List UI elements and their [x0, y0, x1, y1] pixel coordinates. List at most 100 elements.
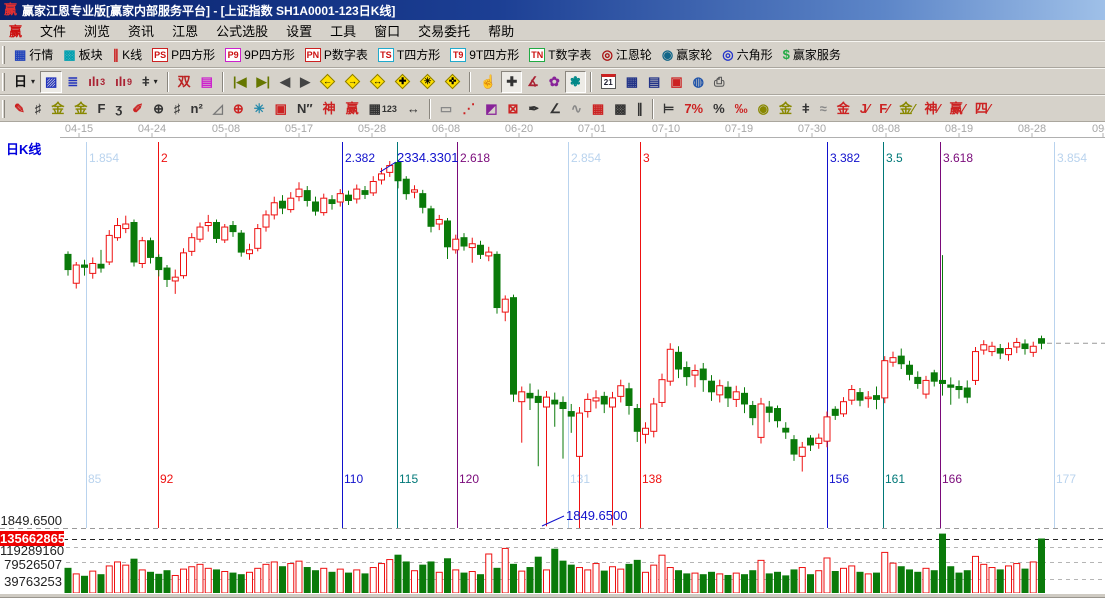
export-button[interactable]: ◍ [688, 71, 709, 93]
kline-canvas[interactable]: 1.854 85 2 92 2.382 110 115 2.618 120 2.854 131 3 13… [0, 122, 1105, 601]
gold-grid-button[interactable]: 金 [46, 98, 69, 120]
n-wave-button[interactable]: Ν″ [292, 98, 318, 120]
menu-app-icon[interactable]: 赢 [0, 20, 31, 41]
gann-angle-win-button[interactable]: 赢∕ [945, 98, 970, 120]
percent7-button[interactable]: 7% [679, 98, 708, 120]
menu-item-0[interactable]: 文件 [31, 20, 75, 41]
first-page-button[interactable]: |◀ [228, 71, 252, 93]
fan-box-button[interactable]: ◩ [480, 98, 502, 120]
calculator-button[interactable]: ▦ [621, 71, 643, 93]
angle-flag-button[interactable]: ◿ [208, 98, 228, 120]
gann-angle-four-button[interactable]: 四∕ [970, 98, 995, 120]
spiral-grid-button[interactable]: ʒ [110, 98, 127, 120]
percent-button[interactable]: % [708, 98, 730, 120]
price-scale-button[interactable]: ⊨ [658, 98, 679, 120]
pattern-tool-button[interactable]: ✿ [544, 71, 565, 93]
calendar-button[interactable]: 21 [596, 71, 621, 93]
square-number-button[interactable]: n² [186, 98, 208, 120]
gann-angle-gold-button[interactable]: 金∕ [894, 98, 919, 120]
wave-lines-button[interactable]: ≈ [815, 98, 832, 120]
win-grid-button[interactable]: 赢 [341, 98, 364, 120]
title-bar[interactable]: 赢 赢家江恩专业版[赢家内部服务平台] - [上证指数 SH1A0001-123… [0, 0, 1105, 20]
hexagon-button[interactable]: ◎ 六角形 [717, 44, 777, 66]
zigzag-button[interactable]: ∿ [566, 98, 587, 120]
menu-item-8[interactable]: 交易委托 [409, 20, 479, 41]
gold-circle-button[interactable]: ◉ [753, 98, 774, 120]
kline-button[interactable]: ∥ K线 [108, 44, 148, 66]
winner-service-button[interactable]: $ 赢家服务 [778, 44, 846, 66]
gann-angle-f-button[interactable]: F∕ [874, 98, 894, 120]
pen2-tool-button[interactable]: ✐ [127, 98, 148, 120]
memo-button[interactable]: ▤ [643, 71, 665, 93]
period-daily-dropdown[interactable]: 日 ▾ [9, 71, 40, 93]
gann-cross-button[interactable]: ✚ [390, 71, 415, 93]
gann-compass-button[interactable]: ⊕ [228, 98, 249, 120]
line-pen-button[interactable]: ✒ [523, 98, 544, 120]
box-select-button[interactable]: ▭ [435, 98, 457, 120]
save-button[interactable]: ▣ [665, 71, 687, 93]
grid-box-button[interactable]: ▦ [587, 98, 609, 120]
gold-red-lines-button[interactable]: 金 [832, 98, 855, 120]
t-number-button[interactable]: TN T数字表 [524, 44, 596, 66]
prev-bar-button[interactable]: ◀ [275, 71, 295, 93]
moire-overlay-button[interactable]: ❃ [564, 70, 586, 93]
volume-profile-button[interactable]: ▤ [196, 71, 218, 93]
rays-fan-button[interactable]: ⋰ [457, 98, 480, 120]
candle-pen-button[interactable]: ǂ [797, 98, 815, 120]
grid2-tool-button[interactable]: ♯ [169, 98, 186, 120]
menu-item-5[interactable]: 设置 [277, 20, 321, 41]
angle-line-button[interactable]: ∠ [544, 98, 566, 120]
menu-item-7[interactable]: 窗口 [365, 20, 409, 41]
gann-move-left-button[interactable]: ← [315, 71, 340, 93]
gold-grid2-button[interactable]: 金 [69, 98, 92, 120]
bars9-button[interactable]: ılı 9 [110, 71, 137, 93]
pan-hand-button[interactable]: ☝ [475, 71, 501, 93]
box-rays-button[interactable]: ⊠ [503, 98, 524, 120]
parallel-lines-button[interactable]: ∥ [631, 98, 648, 120]
last-page-button[interactable]: ▶| [252, 71, 276, 93]
pane-splitter[interactable] [0, 593, 1105, 598]
compare-kline-button[interactable]: 双 [173, 71, 196, 93]
p-number-button[interactable]: PN P数字表 [300, 44, 373, 66]
circle-grid-button[interactable]: ⊕ [148, 98, 169, 120]
crosshair-button[interactable]: ✚ [501, 70, 523, 93]
gann-angle-shen-button[interactable]: 神∕ [920, 98, 945, 120]
menu-item-1[interactable]: 浏览 [75, 20, 119, 41]
gann-wheel-button[interactable]: ◎ 江恩轮 [597, 44, 657, 66]
layout-toggle-button[interactable]: ▨ [40, 70, 63, 93]
count-grid-button[interactable]: ▦ 123 [364, 98, 402, 120]
menu-item-9[interactable]: 帮助 [479, 20, 523, 41]
p-square-button[interactable]: PS P四方形 [147, 44, 220, 66]
square-spiral-button[interactable]: ▣ [270, 98, 292, 120]
gann-star-button[interactable]: ✳ [415, 71, 440, 93]
candle-style-dropdown[interactable]: ǂ ▾ [137, 71, 163, 93]
gann-expand-button[interactable]: ↔ [365, 71, 390, 93]
t9-square-button[interactable]: T9 9T四方形 [445, 44, 524, 66]
f-grid-button[interactable]: F [92, 98, 110, 120]
angle-measure-button[interactable]: ∡ [522, 71, 544, 93]
gann-angle-j-button[interactable]: J∕ [855, 98, 874, 120]
gold-lines-button[interactable]: 金 [774, 98, 797, 120]
menu-item-6[interactable]: 工具 [321, 20, 365, 41]
percent-lines-button[interactable]: ‰ [730, 98, 753, 120]
menu-item-2[interactable]: 资讯 [119, 20, 163, 41]
p9-square-button[interactable]: P9 9P四方形 [220, 44, 300, 66]
quote-panel-button[interactable]: ≣ [62, 71, 83, 93]
shen-grid-button[interactable]: 神 [318, 98, 341, 120]
print-button[interactable]: ⎙ [709, 71, 729, 93]
pen-tool-button[interactable]: ✎ [9, 98, 30, 120]
next-bar-button[interactable]: ▶ [295, 71, 315, 93]
chart-area[interactable]: 04-15 04-24 05-08 05-17 05-28 06-08 06-20 07-01… [0, 122, 1105, 601]
t-square-button[interactable]: TS T四方形 [373, 44, 445, 66]
grid-tool-button[interactable]: ♯ [30, 98, 47, 120]
winner-wheel-button[interactable]: ◉ 赢家轮 [657, 44, 717, 66]
quotes-button[interactable]: ▦ 行情 [9, 44, 58, 66]
menu-item-4[interactable]: 公式选股 [207, 20, 277, 41]
grid-box2-button[interactable]: ▩ [609, 98, 631, 120]
star-web-button[interactable]: ✳ [249, 98, 270, 120]
menu-item-3[interactable]: 江恩 [163, 20, 207, 41]
gann-center-button[interactable]: ✜ [440, 71, 465, 93]
bars3-button[interactable]: ılı 3 [83, 71, 110, 93]
span-measure-button[interactable]: ↔ [402, 98, 425, 120]
gann-move-right-button[interactable]: → [340, 71, 365, 93]
